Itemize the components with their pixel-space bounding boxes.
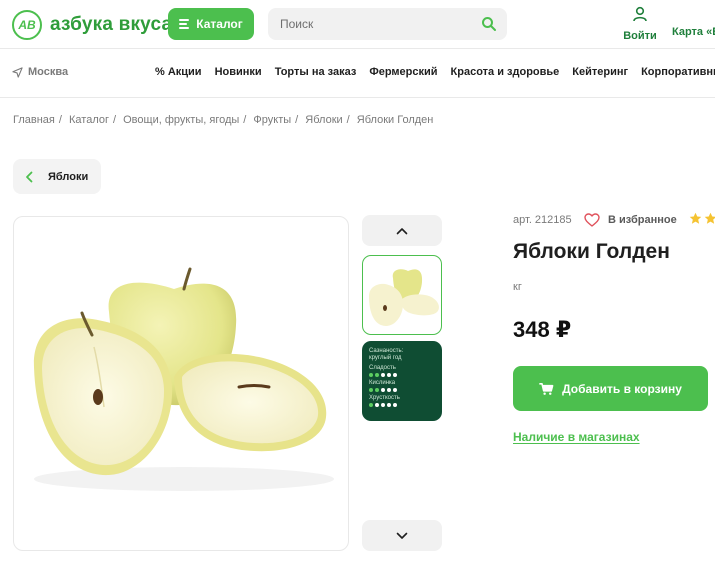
- back-button-label: Яблоки: [48, 170, 89, 183]
- store-availability-link[interactable]: Наличие в магазинах: [513, 430, 640, 444]
- main-nav: % Акции Новинки Торты на заказ Фермерски…: [155, 66, 715, 78]
- sourness-rating: [369, 388, 435, 392]
- header: AB азбука вкуса Каталог Войти Карта «Е: [0, 0, 715, 48]
- product-unit: кг: [513, 281, 522, 293]
- breadcrumb-link[interactable]: Главная: [13, 114, 55, 126]
- nav-item-cakes[interactable]: Торты на заказ: [275, 66, 357, 78]
- info-card-row-label: Хрусткость: [369, 395, 400, 401]
- nav-item-farm[interactable]: Фермерский: [369, 66, 437, 78]
- location-arrow-icon: [12, 66, 23, 78]
- thumbnail-photo[interactable]: [362, 255, 442, 335]
- product-price: 348 ₽: [513, 317, 572, 342]
- thumbnail-info-card[interactable]: Сазнаность: круглый год Сладость Кислинк…: [362, 341, 442, 421]
- nav-item-beauty[interactable]: Красота и здоровье: [451, 66, 560, 78]
- crunchiness-rating: [369, 403, 435, 407]
- catalog-button[interactable]: Каталог: [168, 8, 254, 40]
- chevron-down-icon: [396, 532, 408, 539]
- login-label: Войти: [623, 30, 657, 42]
- breadcrumb-link[interactable]: Овощи, фрукты, ягоды: [123, 114, 239, 126]
- chevron-up-icon: [396, 227, 408, 234]
- breadcrumb-link[interactable]: Фрукты: [253, 114, 291, 126]
- product-image[interactable]: [13, 216, 349, 551]
- back-button[interactable]: Яблоки: [13, 159, 101, 194]
- nav-item-corporate[interactable]: Корпоративным к: [641, 66, 715, 78]
- login-button[interactable]: Войти: [622, 6, 658, 42]
- info-card-line: Сазнаность:: [369, 348, 404, 354]
- cart-icon: [539, 382, 554, 395]
- logo-mark-icon: AB: [12, 10, 42, 40]
- star-icon: [704, 212, 715, 224]
- nav-item-new[interactable]: Новинки: [215, 66, 262, 78]
- catalog-button-label: Каталог: [196, 17, 243, 31]
- thumbs-up-button[interactable]: [362, 215, 442, 246]
- info-card-row-label: Сладость: [369, 365, 396, 371]
- search-input[interactable]: [268, 8, 468, 40]
- logo-text: азбука вкуса: [50, 14, 173, 35]
- sweetness-rating: [369, 373, 435, 377]
- map-link[interactable]: Карта «Е: [672, 26, 715, 38]
- nav-item-catering[interactable]: Кейтеринг: [572, 66, 628, 78]
- logo[interactable]: AB азбука вкуса: [12, 10, 172, 40]
- product-article: арт. 212185: [513, 214, 572, 226]
- divider: [0, 48, 715, 49]
- info-card-row-label: Кислинка: [369, 380, 396, 386]
- product-title: Яблоки Голден: [513, 240, 670, 263]
- rating-stars[interactable]: [689, 212, 715, 225]
- divider: [0, 97, 715, 98]
- favorite-button[interactable]: В избранное: [584, 213, 677, 227]
- city-selector[interactable]: Москва: [12, 66, 68, 78]
- breadcrumb-link[interactable]: Яблоки: [305, 114, 342, 126]
- heart-icon: [584, 213, 600, 227]
- search-bar: [268, 8, 507, 40]
- chevron-left-icon: [26, 171, 33, 182]
- nav-item-sales[interactable]: % Акции: [155, 66, 202, 78]
- info-card-line: круглый год: [369, 355, 402, 361]
- search-icon[interactable]: [481, 16, 497, 32]
- apple-thumbnail-image: [369, 269, 439, 326]
- thumbs-down-button[interactable]: [362, 520, 442, 551]
- add-to-cart-label: Добавить в корзину: [562, 381, 682, 396]
- apple-illustration: [33, 267, 334, 491]
- breadcrumb-link[interactable]: Каталог: [69, 114, 109, 126]
- breadcrumb: Главная / Каталог / Овощи, фрукты, ягоды / …: [13, 114, 434, 126]
- breadcrumb-current: Яблоки Голден: [356, 114, 434, 126]
- star-icon: [689, 212, 702, 224]
- menu-icon: [179, 19, 190, 29]
- city-label: Москва: [28, 66, 69, 78]
- user-icon: [633, 6, 647, 22]
- add-to-cart-button[interactable]: Добавить в корзину: [513, 366, 708, 411]
- favorite-label: В избранное: [608, 214, 677, 226]
